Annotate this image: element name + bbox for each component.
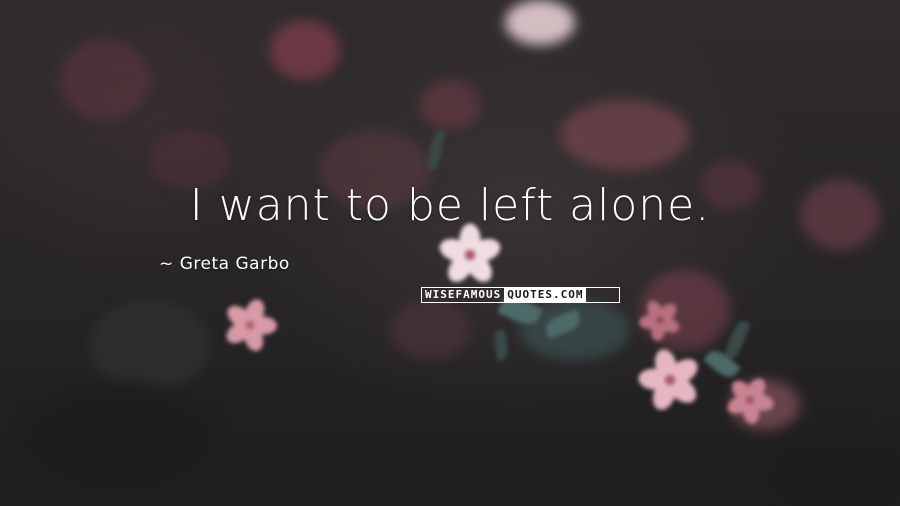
quote-text: I want to be left alone. [189, 180, 711, 231]
foreground-flowers [0, 0, 900, 506]
author-line: ~ Greta Garbo [159, 254, 290, 274]
quote-image: I want to be left alone. ~ Greta Garbo WI… [0, 0, 900, 506]
author-dash: ~ [159, 254, 174, 274]
watermark-right-text: QUOTES.COM [504, 288, 587, 302]
author-name: Greta Garbo [179, 254, 290, 274]
watermark-logo: WISEFAMOUS QUOTES.COM [421, 287, 620, 303]
watermark-left-text: WISEFAMOUS [425, 288, 502, 301]
